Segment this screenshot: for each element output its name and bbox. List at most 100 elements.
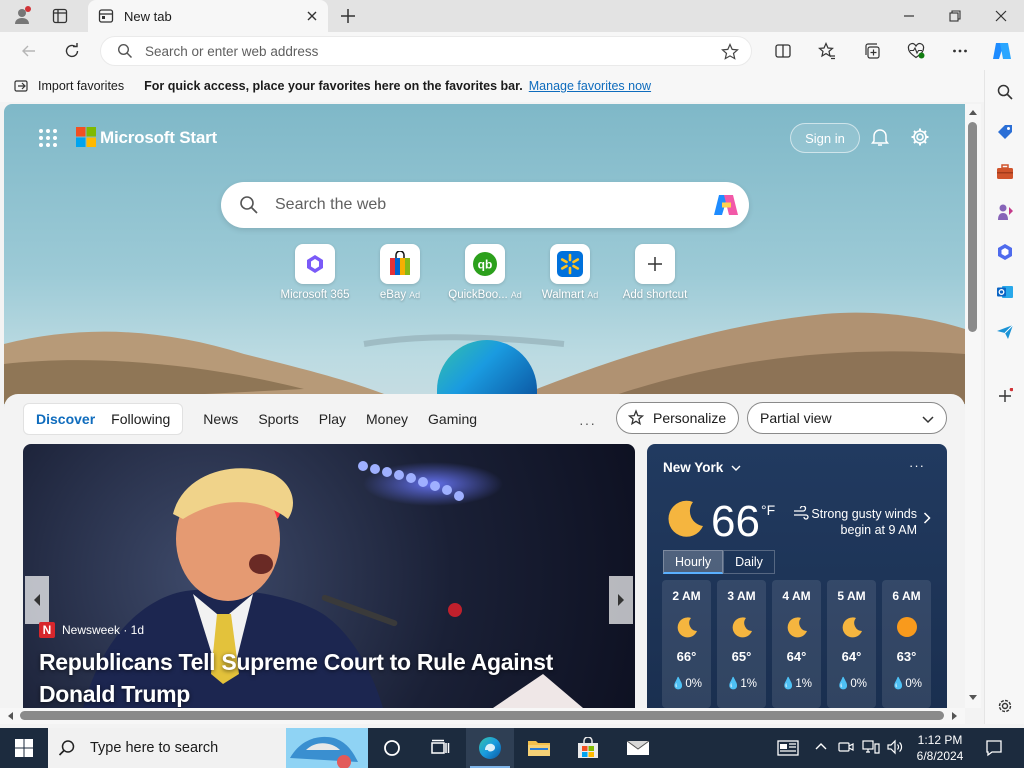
tab-following[interactable]: Following [103, 411, 178, 427]
weather-alert[interactable]: Strong gusty winds begin at 9 AM [795, 506, 917, 538]
close-window-button[interactable] [978, 0, 1024, 32]
browser-essentials-button[interactable] [901, 36, 931, 66]
copilot-button[interactable] [987, 36, 1017, 66]
sidebar-search-button[interactable] [991, 78, 1019, 106]
tab-hourly[interactable]: Hourly [663, 550, 724, 574]
previous-story-button[interactable] [25, 576, 49, 624]
favorites-button[interactable] [812, 36, 842, 66]
scroll-up-arrow-icon[interactable] [968, 108, 978, 116]
add-favorite-star-icon[interactable] [721, 43, 739, 61]
start-button[interactable] [0, 728, 48, 768]
copilot-icon[interactable] [711, 190, 741, 220]
story-headline[interactable]: Republicans Tell Supreme Court to Rule A… [39, 646, 599, 708]
refresh-button[interactable] [57, 36, 87, 66]
favorites-star-list-icon [818, 42, 836, 60]
scroll-right-arrow-icon[interactable] [951, 711, 959, 721]
address-input[interactable]: Search or enter web address [100, 36, 752, 66]
sidebar-add-button[interactable] [991, 382, 1019, 410]
tab-play[interactable]: Play [319, 411, 346, 427]
taskbar-mail-button[interactable] [614, 728, 662, 768]
tab-money[interactable]: Money [366, 411, 408, 427]
settings-more-button[interactable] [945, 36, 975, 66]
shortcut-tile-walmart[interactable]: Walmart Ad [528, 244, 612, 301]
task-view-button[interactable] [416, 728, 464, 768]
sidebar-tools-button[interactable] [991, 158, 1019, 186]
split-screen-button[interactable] [768, 36, 798, 66]
weather-more-button[interactable]: ··· [909, 458, 925, 473]
folder-icon [527, 738, 551, 758]
view-mode-select[interactable]: Partial view [747, 402, 947, 434]
sidebar-shopping-button[interactable] [991, 118, 1019, 146]
taskbar-store-button[interactable] [564, 728, 612, 768]
notifications-button[interactable] [870, 127, 890, 147]
add-shortcut-tile[interactable]: Add shortcut [613, 244, 697, 301]
chevron-left-icon [32, 593, 42, 607]
scroll-left-arrow-icon[interactable] [6, 711, 14, 721]
tab-gaming[interactable]: Gaming [428, 411, 477, 427]
close-tab-icon[interactable] [306, 10, 318, 22]
address-placeholder: Search or enter web address [145, 43, 319, 59]
page-settings-button[interactable] [910, 127, 930, 147]
web-search-box[interactable]: Search the web [221, 182, 749, 228]
restore-button[interactable] [932, 0, 978, 32]
import-favorites-link[interactable]: Import favorites [38, 79, 124, 93]
shortcut-tile-quickbooks[interactable]: qb QuickBoo... Ad [443, 244, 527, 301]
news-widget-icon [777, 740, 799, 756]
tab-discover[interactable]: Discover [28, 411, 103, 427]
scroll-down-arrow-icon[interactable] [968, 694, 978, 702]
weather-card[interactable]: New York ··· 66 °F Strong gusty winds be… [647, 444, 947, 708]
app-launcher-button[interactable] [38, 128, 58, 148]
weather-location[interactable]: New York [663, 460, 741, 475]
system-clock[interactable]: 1:12 PM 6/8/2024 [908, 732, 972, 764]
sidebar-microsoft365-button[interactable] [991, 238, 1019, 266]
temperature-unit[interactable]: °F [761, 502, 775, 518]
taskbar-edge-button[interactable] [466, 728, 514, 768]
collections-button[interactable] [857, 36, 887, 66]
hourly-forecast-item[interactable]: 5 AM 64° 💧0% [827, 580, 876, 708]
tab-new-tab[interactable]: New tab [88, 0, 328, 32]
taskbar-file-explorer-button[interactable] [515, 728, 563, 768]
hero-story-card[interactable]: N Newsweek · 1d Republicans Tell Supreme… [23, 444, 635, 708]
hour-precip: 0% [685, 678, 702, 690]
action-center-button[interactable] [970, 728, 1018, 768]
profile-button[interactable] [4, 0, 40, 32]
horizontal-scrollbar[interactable] [0, 708, 965, 724]
show-hidden-icons-button[interactable] [814, 740, 828, 754]
back-button[interactable] [14, 36, 44, 66]
vertical-scrollbar[interactable] [965, 104, 981, 708]
taskbar-news-button[interactable] [764, 728, 812, 768]
horizontal-scroll-thumb[interactable] [20, 711, 944, 720]
more-horizontal-icon [952, 43, 968, 59]
new-tab-button[interactable] [330, 0, 366, 32]
sidebar-games-button[interactable] [991, 198, 1019, 226]
cortana-button[interactable] [368, 728, 416, 768]
personalize-button[interactable]: Personalize [616, 402, 739, 434]
hourly-forecast-item[interactable]: 2 AM 66° 💧0% [662, 580, 711, 708]
minimize-button[interactable] [886, 0, 932, 32]
tab-news[interactable]: News [203, 411, 238, 427]
shortcut-tile-microsoft365[interactable]: Microsoft 365 [273, 244, 357, 301]
brand-title[interactable]: Microsoft Start [100, 128, 217, 148]
sidebar-outlook-button[interactable] [991, 278, 1019, 306]
shortcut-tile-ebay[interactable]: eBay Ad [358, 244, 442, 301]
network-icon[interactable] [862, 739, 880, 755]
manage-favorites-link[interactable]: Manage favorites now [529, 79, 651, 93]
meet-now-icon[interactable] [838, 739, 854, 755]
store-bag-icon [576, 737, 600, 759]
hourly-forecast-item[interactable]: 6 AM 63° 💧0% [882, 580, 931, 708]
volume-icon[interactable] [886, 739, 904, 755]
chevron-right-icon[interactable] [923, 512, 931, 524]
sidebar-settings-button[interactable] [991, 692, 1019, 720]
tab-actions-button[interactable] [42, 0, 78, 32]
hourly-forecast-item[interactable]: 3 AM 65° 💧1% [717, 580, 766, 708]
tab-sports[interactable]: Sports [258, 411, 298, 427]
sign-in-button[interactable]: Sign in [790, 123, 860, 153]
import-favorites-icon[interactable] [14, 78, 30, 94]
more-tabs-button[interactable]: ··· [579, 415, 596, 431]
tab-daily[interactable]: Daily [723, 550, 775, 574]
next-story-button[interactable] [609, 576, 633, 624]
vertical-scroll-thumb[interactable] [968, 122, 977, 332]
taskbar-search-input[interactable]: Type here to search [48, 728, 368, 768]
sidebar-send-button[interactable] [991, 318, 1019, 346]
hourly-forecast-item[interactable]: 4 AM 64° 💧1% [772, 580, 821, 708]
